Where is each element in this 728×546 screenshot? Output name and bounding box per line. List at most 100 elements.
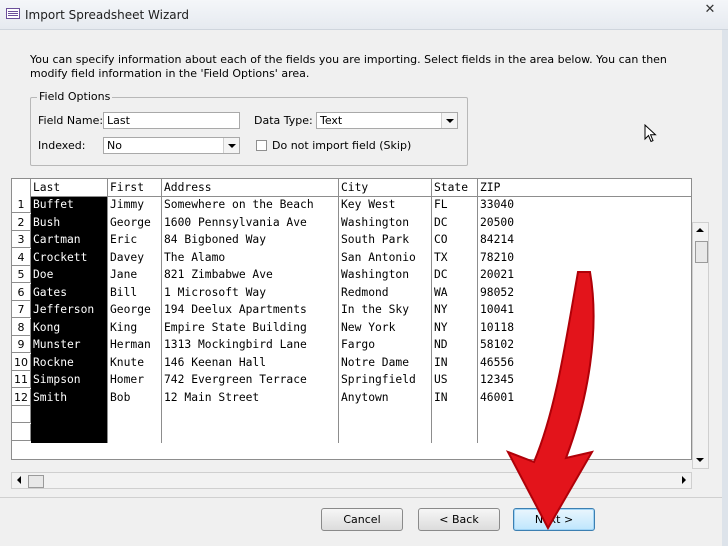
table-cell: The Alamo bbox=[164, 250, 226, 264]
close-icon[interactable]: ✕ bbox=[696, 0, 724, 20]
field-options-legend: Field Options bbox=[37, 90, 113, 103]
table-cell: George bbox=[110, 303, 151, 316]
table-cell: ND bbox=[434, 338, 448, 351]
table-cell: IN bbox=[434, 355, 448, 369]
row-number[interactable]: 11 bbox=[12, 371, 31, 388]
back-button[interactable]: < Back bbox=[418, 508, 500, 531]
row-number[interactable]: 3 bbox=[12, 231, 31, 248]
data-preview-grid[interactable]: Last First Address City State ZIP 1 Buffe… bbox=[11, 178, 692, 460]
row-number[interactable]: 5 bbox=[12, 266, 31, 283]
table-cell: 1313 Mockingbird Lane bbox=[164, 338, 307, 351]
indexed-label: Indexed: bbox=[38, 139, 86, 152]
scroll-thumb-horizontal[interactable] bbox=[28, 475, 44, 488]
table-cell: 84 Bigboned Way bbox=[164, 233, 267, 246]
column-header[interactable]: State bbox=[432, 179, 478, 196]
vertical-scrollbar[interactable] bbox=[692, 222, 709, 469]
table-cell: FL bbox=[434, 198, 448, 211]
chevron-down-icon[interactable] bbox=[223, 138, 239, 153]
table-cell: CO bbox=[434, 233, 448, 246]
table-cell: Bush bbox=[33, 215, 61, 229]
scroll-thumb[interactable] bbox=[695, 241, 708, 263]
table-cell: King bbox=[110, 320, 138, 334]
table-cell: 742 Evergreen Terrace bbox=[164, 373, 307, 386]
row-number[interactable]: 8 bbox=[12, 318, 31, 336]
row-number[interactable]: 9 bbox=[12, 336, 31, 353]
row-number[interactable]: 6 bbox=[12, 283, 31, 301]
scroll-left-icon[interactable] bbox=[12, 473, 27, 488]
row-number-empty bbox=[12, 423, 31, 441]
table-cell: Cartman bbox=[33, 233, 81, 246]
table-cell: Kong bbox=[33, 320, 61, 334]
row-number[interactable]: 1 bbox=[12, 196, 31, 213]
table-cell: 1600 Pennsylvania Ave bbox=[164, 215, 307, 229]
table-cell: 12345 bbox=[480, 373, 515, 386]
data-type-select[interactable]: Text bbox=[316, 112, 458, 129]
table-cell: Smith bbox=[33, 390, 68, 404]
table-cell: Anytown bbox=[341, 390, 389, 404]
table-cell: Jefferson bbox=[33, 303, 95, 316]
indexed-select[interactable]: No bbox=[103, 137, 240, 154]
table-cell: Gates bbox=[33, 285, 68, 299]
table-cell: New York bbox=[341, 320, 396, 334]
chevron-down-icon[interactable] bbox=[441, 113, 457, 128]
column-header[interactable]: Last bbox=[31, 179, 108, 196]
header-corner bbox=[12, 179, 31, 196]
skip-field-checkbox[interactable] bbox=[256, 140, 267, 151]
table-cell: Herman bbox=[110, 338, 151, 351]
table-cell: 12 Main Street bbox=[164, 390, 260, 404]
column-header[interactable]: ZIP bbox=[478, 179, 691, 196]
table-cell: Washington bbox=[341, 268, 410, 281]
table-cell: Somewhere on the Beach bbox=[164, 198, 314, 211]
skip-field-label: Do not import field (Skip) bbox=[272, 139, 412, 152]
table-cell: TX bbox=[434, 250, 448, 264]
table-cell: Munster bbox=[33, 338, 81, 351]
column-header[interactable]: Address bbox=[162, 179, 339, 196]
horizontal-scrollbar[interactable] bbox=[11, 472, 692, 489]
row-number[interactable]: 10 bbox=[12, 353, 31, 371]
field-options-group: Field Options Field Name: Last Data Type… bbox=[30, 90, 468, 166]
table-cell: Eric bbox=[110, 233, 138, 246]
row-number[interactable]: 4 bbox=[12, 248, 31, 266]
table-cell: Notre Dame bbox=[341, 355, 410, 369]
row-number[interactable]: 12 bbox=[12, 388, 31, 406]
cancel-button[interactable]: Cancel bbox=[321, 508, 403, 531]
column-header[interactable]: City bbox=[339, 179, 432, 196]
table-cell: Homer bbox=[110, 373, 145, 386]
table-cell: 821 Zimbabwe Ave bbox=[164, 268, 273, 281]
table-cell: Crockett bbox=[33, 250, 88, 264]
scroll-right-icon[interactable] bbox=[676, 473, 691, 488]
scroll-down-icon[interactable] bbox=[693, 453, 708, 468]
table-cell: 46001 bbox=[480, 390, 515, 404]
data-type-value: Text bbox=[320, 114, 343, 127]
table-cell: 84214 bbox=[480, 233, 515, 246]
table-cell: Jane bbox=[110, 268, 138, 281]
table-cell: 194 Deelux Apartments bbox=[164, 303, 307, 316]
table-cell: NY bbox=[434, 320, 448, 334]
table-cell: South Park bbox=[341, 233, 410, 246]
indexed-value: No bbox=[107, 139, 122, 152]
table-cell: DC bbox=[434, 268, 448, 281]
table-cell: 98052 bbox=[480, 285, 515, 299]
table-cell: Rockne bbox=[33, 355, 74, 369]
table-cell: 146 Keenan Hall bbox=[164, 355, 267, 369]
table-cell: NY bbox=[434, 303, 448, 316]
table-cell: WA bbox=[434, 285, 448, 299]
table-cell: Buffet bbox=[33, 198, 74, 211]
table-cell: Jimmy bbox=[110, 198, 145, 211]
row-number[interactable]: 2 bbox=[12, 213, 31, 231]
table-cell: 10041 bbox=[480, 303, 515, 316]
table-cell: In the Sky bbox=[341, 303, 410, 316]
table-cell: Bill bbox=[110, 285, 138, 299]
column-header[interactable]: First bbox=[108, 179, 162, 196]
field-name-input[interactable]: Last bbox=[103, 112, 240, 129]
table-cell: Simpson bbox=[33, 373, 81, 386]
field-name-label: Field Name: bbox=[38, 114, 104, 127]
table-cell: Redmond bbox=[341, 285, 389, 299]
data-type-label: Data Type: bbox=[254, 114, 313, 127]
next-button[interactable]: Next > bbox=[513, 508, 595, 531]
table-cell: 46556 bbox=[480, 355, 515, 369]
row-number[interactable]: 7 bbox=[12, 301, 31, 318]
scroll-up-icon[interactable] bbox=[693, 223, 708, 238]
table-cell: 10118 bbox=[480, 320, 515, 334]
table-cell: Bob bbox=[110, 390, 131, 404]
